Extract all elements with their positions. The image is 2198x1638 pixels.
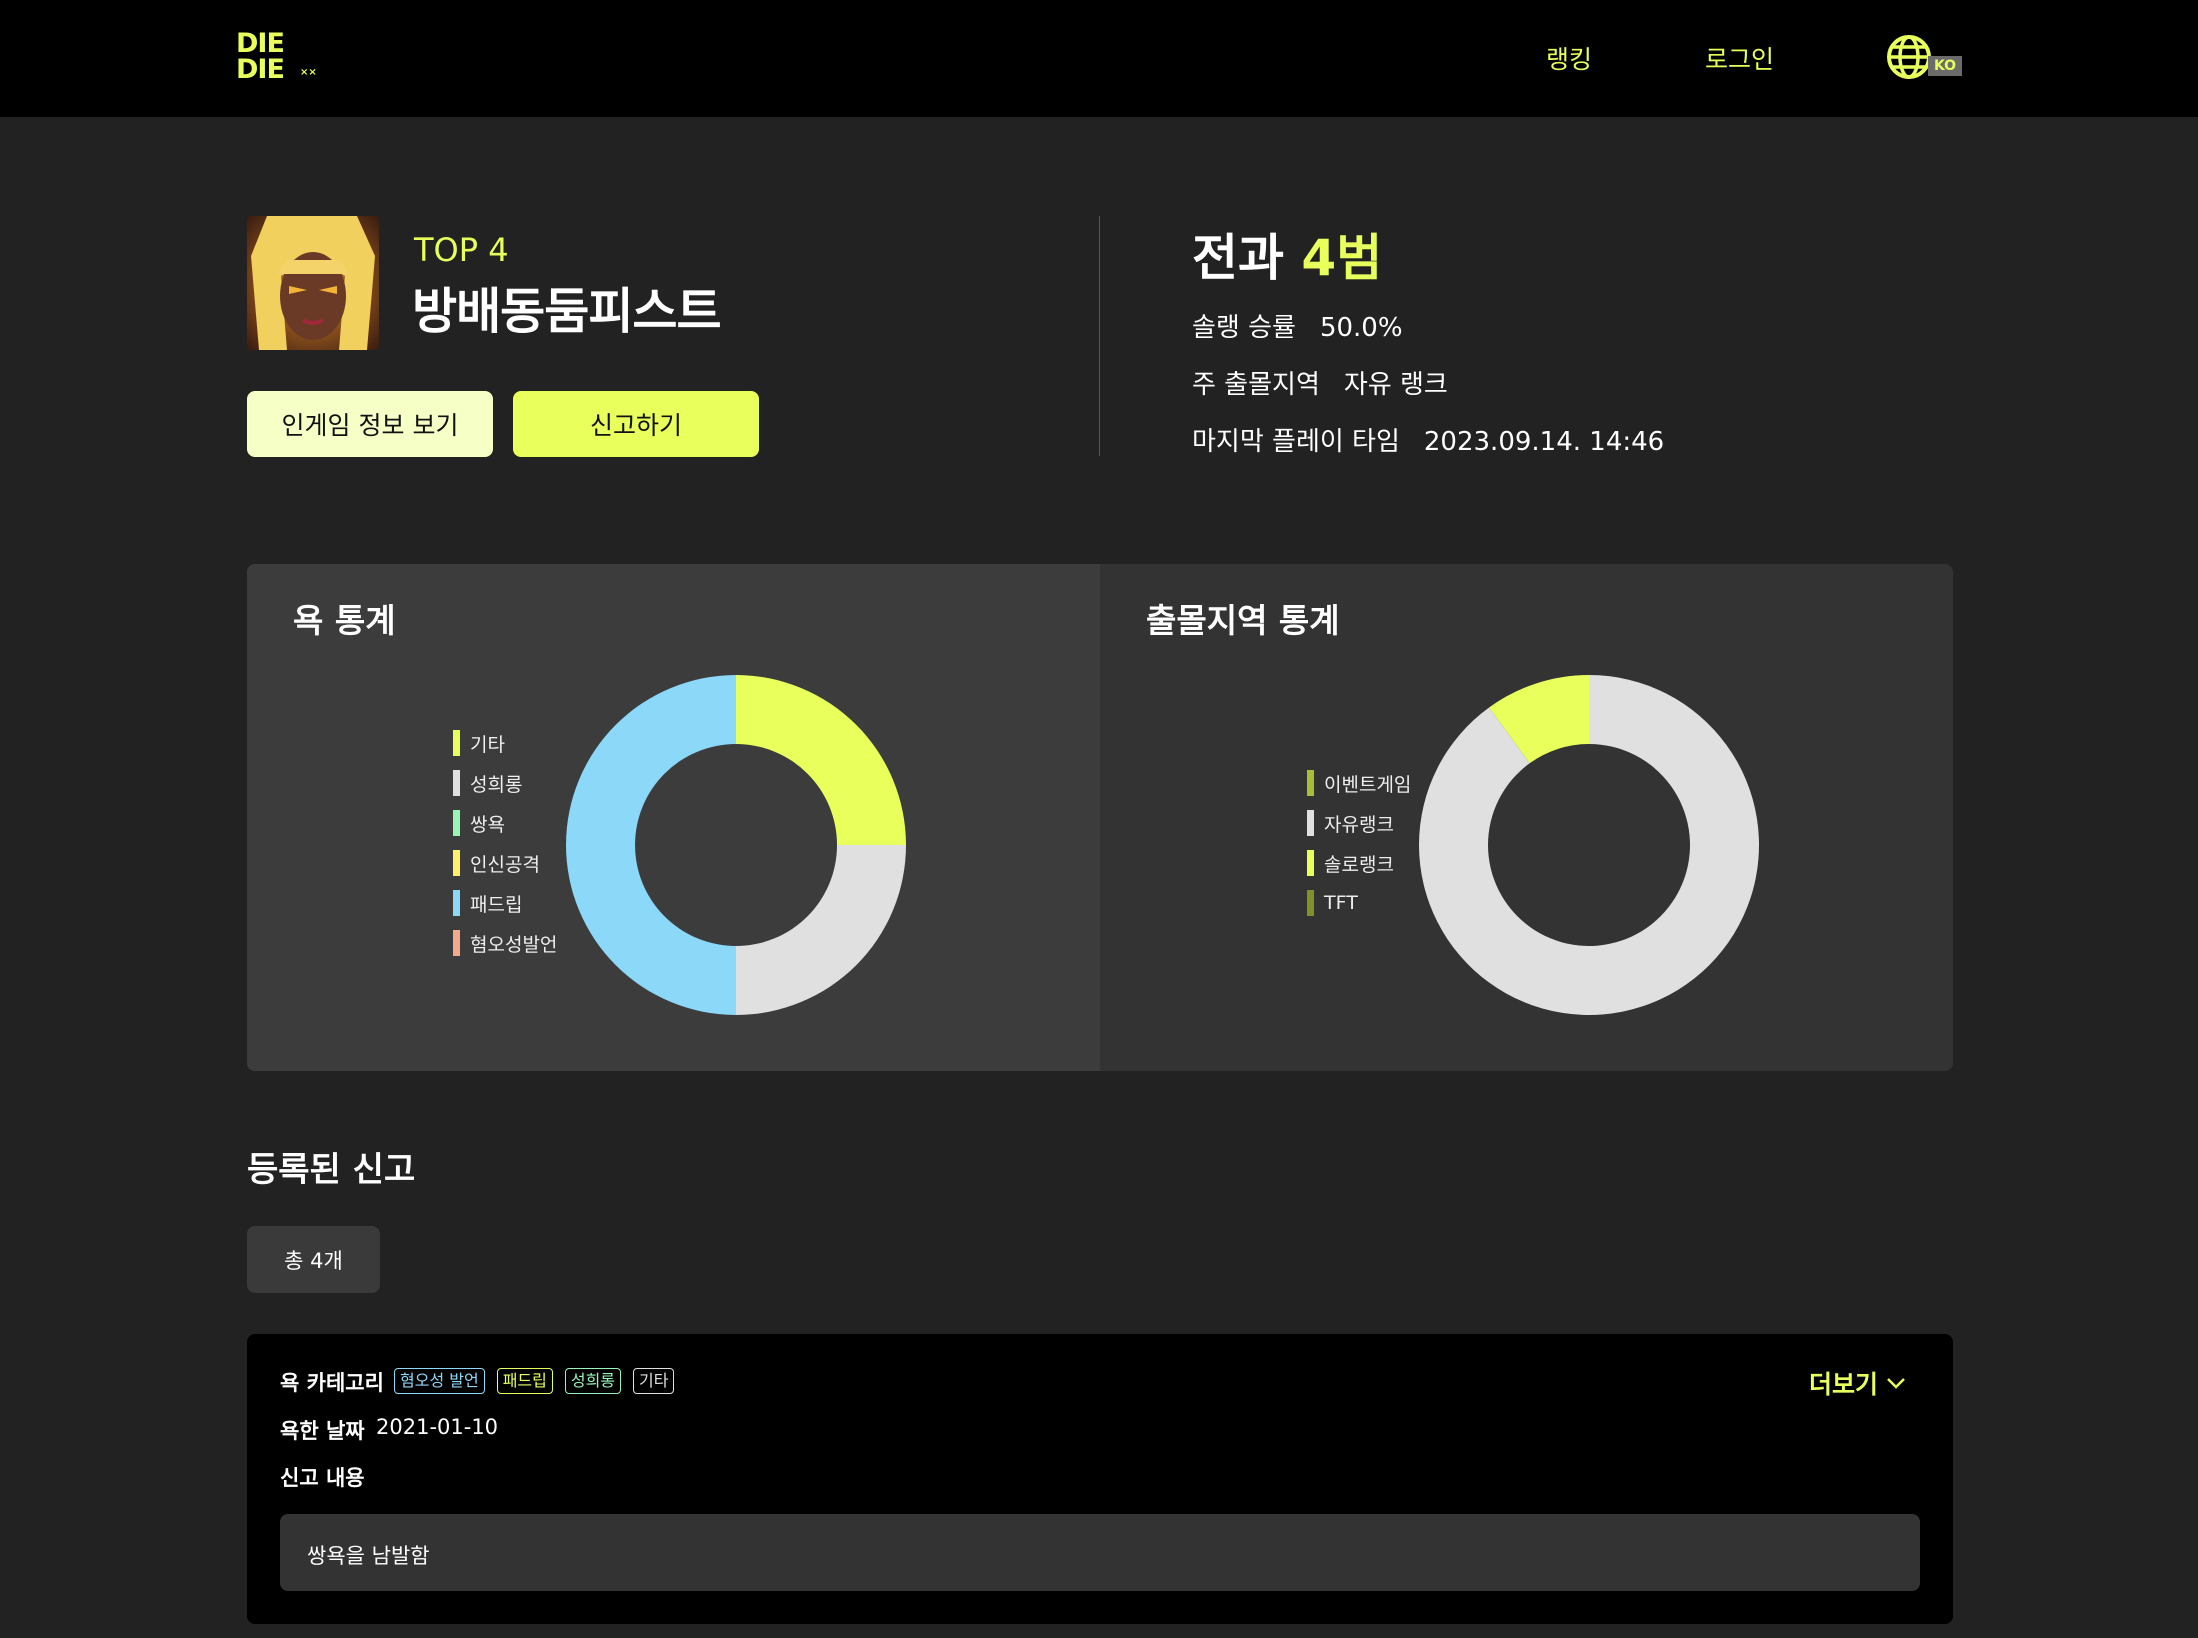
legend-label: 혐오성발언 xyxy=(470,933,558,956)
chevron-down-icon xyxy=(1887,1378,1905,1389)
legend-label: 솔로랭크 xyxy=(1324,853,1394,876)
report-content-label: 신고 내용 xyxy=(280,1466,365,1490)
tag-hate-speech: 혐오성 발언 xyxy=(394,1368,485,1394)
legend-item: 패드립 xyxy=(453,883,557,923)
legend-item: 이벤트게임 xyxy=(1307,763,1411,803)
solo-winrate-label: 솔랭 승률 xyxy=(1192,313,1296,343)
last-play-row: 마지막 플레이 타임 2023.09.14. 14:46 xyxy=(1192,421,1664,458)
legend-label: 이벤트게임 xyxy=(1324,773,1412,796)
legend-label: 패드립 xyxy=(470,893,523,916)
abuse-date-label: 욕한 날짜 xyxy=(280,1419,365,1443)
main-area-label: 주 출몰지역 xyxy=(1192,370,1320,400)
legend-swatch xyxy=(453,890,460,916)
legend-swatch xyxy=(1307,850,1314,876)
legend-swatch xyxy=(1307,770,1314,796)
abuse-stats-title: 욕 통계 xyxy=(293,601,396,640)
site-logo[interactable]: DIE DIE ×× xyxy=(236,28,317,88)
nav-login-link[interactable]: 로그인 xyxy=(1705,40,1774,76)
donut-slice-성희롱 xyxy=(736,845,906,1015)
report-count: 총 4개 xyxy=(247,1226,380,1293)
legend-swatch xyxy=(453,930,460,956)
last-play-value: 2023.09.14. 14:46 xyxy=(1423,427,1665,457)
report-content-box: 쌍욕을 남발함 xyxy=(280,1514,1920,1591)
solo-winrate-value: 50.0% xyxy=(1319,313,1403,343)
abuse-date-value: 2021-01-10 xyxy=(376,1415,499,1439)
legend-item: TFT xyxy=(1307,883,1411,923)
show-more-label: 더보기 xyxy=(1809,1370,1879,1399)
language-selector[interactable]: KO xyxy=(1886,34,1966,82)
player-nickname: 방배동둠피스트 xyxy=(412,283,722,340)
legend-label: 성희롱 xyxy=(470,773,523,796)
ingame-info-button[interactable]: 인게임 정보 보기 xyxy=(247,391,493,457)
logo-line-2: DIE xyxy=(236,54,285,85)
criminal-record: 전과 4범 xyxy=(1192,218,1382,290)
legend-swatch xyxy=(1307,810,1314,836)
category-label: 욕 카테고리 xyxy=(280,1371,384,1395)
main-area-row: 주 출몰지역 자유 랭크 xyxy=(1192,364,1448,401)
main-area-value: 자유 랭크 xyxy=(1343,370,1448,400)
logo-mark: ×× xyxy=(300,67,317,78)
show-more-button[interactable]: 더보기 xyxy=(1809,1365,1906,1401)
tag-family-insult: 패드립 xyxy=(496,1368,553,1394)
solo-winrate-row: 솔랭 승률 50.0% xyxy=(1192,307,1403,344)
legend-label: TFT xyxy=(1324,892,1358,914)
legend-item: 솔로랭크 xyxy=(1307,843,1411,883)
abuse-donut-chart xyxy=(566,675,906,1015)
legend-label: 인신공격 xyxy=(470,853,540,876)
legend-swatch xyxy=(1307,890,1314,916)
legend-label: 기타 xyxy=(470,733,505,756)
report-content-text: 쌍욕을 남발함 xyxy=(307,1544,430,1568)
legend-item: 자유랭크 xyxy=(1307,803,1411,843)
nav-ranking-link[interactable]: 랭킹 xyxy=(1546,40,1592,76)
record-label: 전과 xyxy=(1192,229,1284,287)
area-stats-title: 출몰지역 통계 xyxy=(1146,601,1340,640)
report-button[interactable]: 신고하기 xyxy=(513,391,759,457)
language-code-badge: KO xyxy=(1928,56,1962,76)
legend-swatch xyxy=(453,810,460,836)
legend-item: 혐오성발언 xyxy=(453,923,557,963)
category-tags: 혐오성 발언 패드립 성희롱 기타 xyxy=(394,1368,675,1394)
top-navigation-bar: DIE DIE ×× 랭킹 로그인 KO xyxy=(0,0,2198,117)
donut-slice-패드립 xyxy=(566,675,736,1015)
legend-item: 인신공격 xyxy=(453,843,557,883)
tag-sexual-harassment: 성희롱 xyxy=(564,1368,622,1394)
legend-swatch xyxy=(453,770,460,796)
record-value: 4범 xyxy=(1301,229,1383,287)
legend-item: 성희롱 xyxy=(453,763,557,803)
abuse-stats-card: 욕 통계 기타성희롱쌍욕인신공격패드립혐오성발언 xyxy=(247,564,1100,1071)
legend-label: 자유랭크 xyxy=(1324,813,1394,836)
legend-item: 쌍욕 xyxy=(453,803,557,843)
profile-divider xyxy=(1099,216,1100,456)
player-rank: TOP 4 xyxy=(414,231,509,269)
champion-portrait-icon xyxy=(247,216,379,350)
area-donut-chart xyxy=(1419,675,1759,1015)
champion-avatar xyxy=(247,216,379,350)
registered-reports-title: 등록된 신고 xyxy=(247,1150,416,1190)
last-play-label: 마지막 플레이 타임 xyxy=(1192,427,1400,457)
statistics-panel: 욕 통계 기타성희롱쌍욕인신공격패드립혐오성발언 출몰지역 통계 이벤트게임자유… xyxy=(247,564,1953,1071)
legend-item: 기타 xyxy=(453,723,557,763)
legend-label: 쌍욕 xyxy=(470,813,505,836)
area-legend: 이벤트게임자유랭크솔로랭크 TFT xyxy=(1307,763,1411,923)
abuse-legend: 기타성희롱쌍욕인신공격패드립혐오성발언 xyxy=(453,723,557,963)
logo-line-1: DIE xyxy=(236,28,285,59)
legend-swatch xyxy=(453,850,460,876)
report-card: 욕 카테고리 혐오성 발언 패드립 성희롱 기타 욕한 날짜 2021-01-1… xyxy=(247,1334,1953,1624)
globe-icon xyxy=(1887,35,1931,79)
tag-other: 기타 xyxy=(633,1368,675,1394)
donut-slice-기타 xyxy=(736,675,906,845)
legend-swatch xyxy=(453,730,460,756)
